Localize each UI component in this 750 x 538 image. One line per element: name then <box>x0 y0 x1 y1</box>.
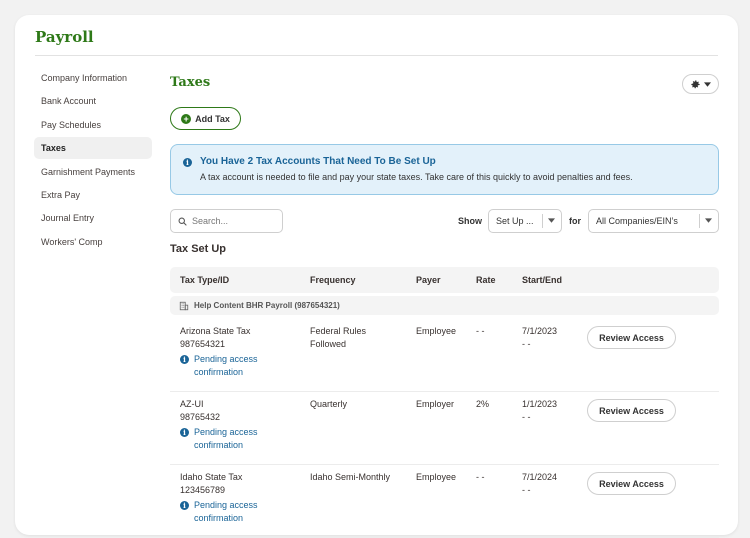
frequency: Quarterly <box>310 399 348 409</box>
tax-type: Idaho State Tax <box>180 472 243 482</box>
for-filter-label: for <box>569 216 581 226</box>
search-box[interactable] <box>170 209 283 233</box>
chevron-down-icon <box>548 218 555 223</box>
search-input[interactable] <box>192 216 277 226</box>
sidebar-item-taxes[interactable]: Taxes <box>34 137 152 160</box>
payer: Employee <box>416 472 457 482</box>
page-title: Taxes <box>170 75 211 90</box>
sidebar-nav: Company Information Bank Account Pay Sch… <box>34 67 152 254</box>
review-access-button[interactable]: Review Access <box>587 472 676 495</box>
rate: - - <box>476 472 485 482</box>
column-header-payer: Payer <box>416 275 441 285</box>
alert-message: A tax account is needed to file and pay … <box>200 172 633 182</box>
sidebar-item-journal-entry[interactable]: Journal Entry <box>34 207 152 229</box>
start-date: 1/1/2023 <box>522 399 558 409</box>
info-icon: i <box>180 355 189 364</box>
payer: Employer <box>416 399 455 409</box>
tax-id: 987654321 <box>180 339 226 349</box>
sidebar-item-bank-account[interactable]: Bank Account <box>34 90 152 112</box>
gear-icon <box>691 79 700 88</box>
column-header-rate: Rate <box>476 275 496 285</box>
settings-menu-button[interactable] <box>682 74 719 94</box>
rate: 2% <box>476 399 490 409</box>
tax-type: Arizona State Tax <box>180 326 251 336</box>
pending-status-text: Pending access confirmation <box>194 354 258 377</box>
start-date: 7/1/2023 <box>522 326 558 336</box>
company-group-label: Help Content BHR Payroll (987654321) <box>194 301 340 310</box>
plus-circle-icon: + <box>181 113 192 124</box>
end-date: - - <box>522 485 531 495</box>
column-header-tax-type: Tax Type/ID <box>180 275 230 285</box>
show-filter-label: Show <box>458 216 482 226</box>
sidebar-item-company-information[interactable]: Company Information <box>34 67 152 89</box>
table-row: Idaho State Tax 123456789 i Pending acce… <box>170 465 719 538</box>
pending-status: i Pending access confirmation <box>180 499 274 525</box>
building-icon <box>179 301 189 310</box>
sidebar-item-garnishment-payments[interactable]: Garnishment Payments <box>34 161 152 183</box>
table-row: AZ-UI 98765432 i Pending access confirma… <box>170 392 719 465</box>
pending-status: i Pending access confirmation <box>180 426 274 452</box>
add-tax-button[interactable]: + Add Tax <box>170 107 241 130</box>
table-row: Arizona State Tax 987654321 i Pending ac… <box>170 319 719 392</box>
company-filter-select[interactable]: All Companies/EIN’s <box>588 209 719 233</box>
review-access-button[interactable]: Review Access <box>587 399 676 422</box>
rate: - - <box>476 326 485 336</box>
end-date: - - <box>522 412 531 422</box>
show-filter-select[interactable]: Set Up ... <box>488 209 562 233</box>
tax-id: 98765432 <box>180 412 221 422</box>
pending-status: i Pending access confirmation <box>180 353 274 379</box>
review-access-button[interactable]: Review Access <box>587 326 676 349</box>
add-tax-label: Add Tax <box>195 113 230 124</box>
end-date: - - <box>522 339 531 349</box>
table-header: Tax Type/ID Frequency Payer Rate Start/E… <box>170 267 719 293</box>
company-filter-value: All Companies/EIN’s <box>596 216 678 226</box>
show-filter-value: Set Up ... <box>496 216 534 226</box>
company-group-row: Help Content BHR Payroll (987654321) <box>170 296 719 315</box>
alert-title: You Have 2 Tax Accounts That Need To Be … <box>200 156 436 167</box>
info-icon: i <box>180 501 189 510</box>
tax-id: 123456789 <box>180 485 226 495</box>
start-date: 7/1/2024 <box>522 472 558 482</box>
chevron-down-icon <box>705 218 712 223</box>
sidebar-item-workers-comp[interactable]: Workers' Comp <box>34 231 152 253</box>
payer: Employee <box>416 326 457 336</box>
search-icon <box>178 217 187 226</box>
caret-down-icon <box>704 81 711 87</box>
info-icon: i <box>180 428 189 437</box>
info-icon: i <box>183 158 192 167</box>
section-title: Tax Set Up <box>170 243 227 255</box>
column-header-frequency: Frequency <box>310 275 356 285</box>
setup-alert-banner: i You Have 2 Tax Accounts That Need To B… <box>170 144 719 195</box>
sidebar-item-extra-pay[interactable]: Extra Pay <box>34 184 152 206</box>
frequency: Idaho Semi-Monthly <box>310 472 391 482</box>
pending-status-text: Pending access confirmation <box>194 427 258 450</box>
column-header-start-end: Start/End <box>522 275 563 285</box>
header-divider <box>35 55 718 56</box>
sidebar-item-pay-schedules[interactable]: Pay Schedules <box>34 114 152 136</box>
app-title: Payroll <box>35 28 94 46</box>
tax-type: AZ-UI <box>180 399 204 409</box>
frequency: Federal Rules Followed <box>310 326 367 349</box>
pending-status-text: Pending access confirmation <box>194 500 258 523</box>
main-card: Payroll Company Information Bank Account… <box>15 15 738 538</box>
